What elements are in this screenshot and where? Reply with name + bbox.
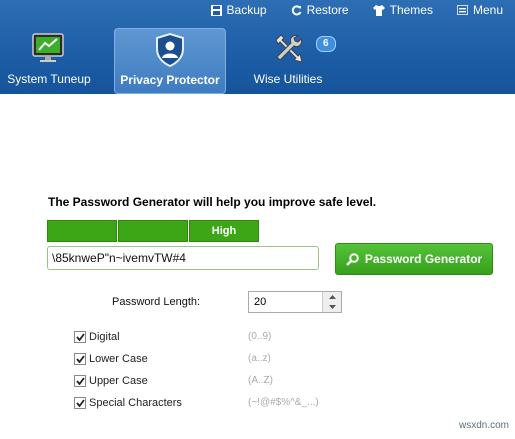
- length-stepper[interactable]: 20: [248, 291, 342, 313]
- menu-label: Menu: [472, 3, 503, 17]
- check-icon: [75, 377, 85, 385]
- generate-label: Password Generator: [364, 252, 483, 266]
- tab-label: System Tuneup: [7, 72, 91, 86]
- check-icon: [75, 399, 85, 407]
- backup-button[interactable]: Backup: [199, 1, 279, 19]
- option-digital[interactable]: Digital: [74, 331, 120, 343]
- strength-meter: High: [47, 220, 259, 242]
- restore-label: Restore: [306, 3, 349, 17]
- option-hint: (~!@#$%^&_...): [248, 397, 319, 408]
- option-lower-case[interactable]: Lower Case: [74, 353, 148, 365]
- menu-button[interactable]: Menu: [445, 1, 515, 19]
- tools-icon: [275, 34, 303, 63]
- upper-case-checkbox[interactable]: [74, 375, 86, 387]
- increment-button[interactable]: [322, 292, 341, 302]
- tab-privacy-protector[interactable]: Privacy Protector: [114, 28, 226, 94]
- monitor-icon: [32, 33, 64, 62]
- menu-icon: [456, 5, 468, 15]
- password-field[interactable]: \85knweP"n~ivemvTW#4: [47, 246, 319, 270]
- tab-system-tuneup[interactable]: System Tuneup: [2, 28, 96, 92]
- lower-case-checkbox[interactable]: [74, 353, 86, 365]
- length-label: Password Length:: [112, 296, 201, 308]
- save-icon: [210, 4, 222, 16]
- strength-segment-label: High: [189, 220, 259, 242]
- special-characters-checkbox[interactable]: [74, 397, 86, 409]
- option-hint: (A..Z): [248, 375, 273, 386]
- backup-label: Backup: [226, 3, 267, 17]
- restore-button[interactable]: Restore: [279, 1, 361, 19]
- option-upper-case[interactable]: Upper Case: [74, 375, 148, 387]
- check-icon: [75, 355, 85, 363]
- arrow-down-icon: [328, 305, 336, 309]
- utilities-count-badge: 6: [316, 36, 336, 52]
- option-label: Lower Case: [89, 353, 148, 365]
- password-generator-button[interactable]: Password Generator: [335, 243, 493, 275]
- option-label: Digital: [89, 331, 120, 343]
- option-label: Special Characters: [89, 397, 182, 409]
- option-label: Upper Case: [89, 375, 148, 387]
- app-header: Backup Restore Themes Menu System Tuneup: [0, 0, 515, 94]
- option-hint: (a..z): [248, 353, 271, 364]
- shield-user-icon: [156, 33, 184, 67]
- decrement-button[interactable]: [322, 302, 341, 312]
- refresh-icon: [291, 4, 301, 15]
- top-menu: Backup Restore Themes Menu: [199, 0, 515, 20]
- themes-label: Themes: [389, 3, 433, 17]
- watermark: wsxdn.com: [458, 420, 509, 431]
- tab-label: Wise Utilities: [253, 72, 323, 86]
- option-special-characters[interactable]: Special Characters: [74, 397, 182, 409]
- digital-checkbox[interactable]: [74, 331, 86, 343]
- option-hint: (0..9): [248, 331, 272, 342]
- strength-segment: [47, 220, 117, 242]
- length-value: 20: [254, 296, 267, 308]
- arrow-up-icon: [328, 295, 336, 299]
- shirt-icon: [372, 4, 385, 16]
- search-icon: [345, 252, 359, 266]
- tab-label: Privacy Protector: [120, 73, 220, 87]
- themes-button[interactable]: Themes: [361, 1, 445, 19]
- check-icon: [75, 333, 85, 341]
- strength-segment: [118, 220, 188, 242]
- intro-text: The Password Generator will help you imp…: [48, 195, 377, 209]
